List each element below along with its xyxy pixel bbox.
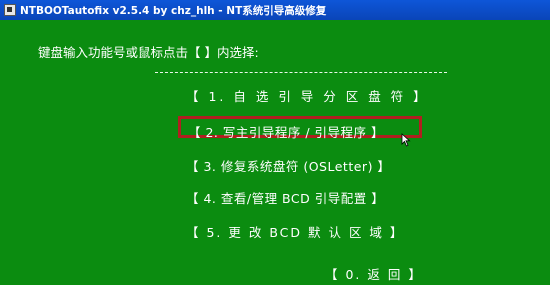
menu-item-repair-os-letter[interactable]: 【 3. 修复系统盘符 (OSLetter) 】 <box>186 156 390 175</box>
app-window: NTBOOTautofix v2.5.4 by chz_hlh - NT系统引导… <box>0 0 550 285</box>
menu-item-select-boot-partition[interactable]: 【 1. 自 选 引 导 分 区 盘 符 】 <box>186 86 429 105</box>
window-title: NTBOOTautofix v2.5.4 by chz_hlh - NT系统引导… <box>20 4 327 17</box>
menu-item-write-mbr-pbr[interactable]: 【 2. 写主引导程序 / 引导程序 】 <box>188 122 384 141</box>
app-icon <box>4 4 16 16</box>
console-area: 键盘输入功能号或鼠标点击【 】内选择: 【 1. 自 选 引 导 分 区 盘 符… <box>0 20 550 285</box>
selection-prompt: 键盘输入功能号或鼠标点击【 】内选择: <box>38 45 259 60</box>
mouse-cursor-icon <box>401 133 411 147</box>
menu-item-change-bcd-locale[interactable]: 【 5. 更 改 BCD 默 认 区 域 】 <box>186 222 404 241</box>
menu-item-manage-bcd[interactable]: 【 4. 查看/管理 BCD 引导配置 】 <box>186 188 384 207</box>
dashed-divider <box>155 72 447 73</box>
title-bar[interactable]: NTBOOTautofix v2.5.4 by chz_hlh - NT系统引导… <box>0 0 550 20</box>
menu-item-back[interactable]: 【 0. 返 回 】 <box>325 264 423 283</box>
